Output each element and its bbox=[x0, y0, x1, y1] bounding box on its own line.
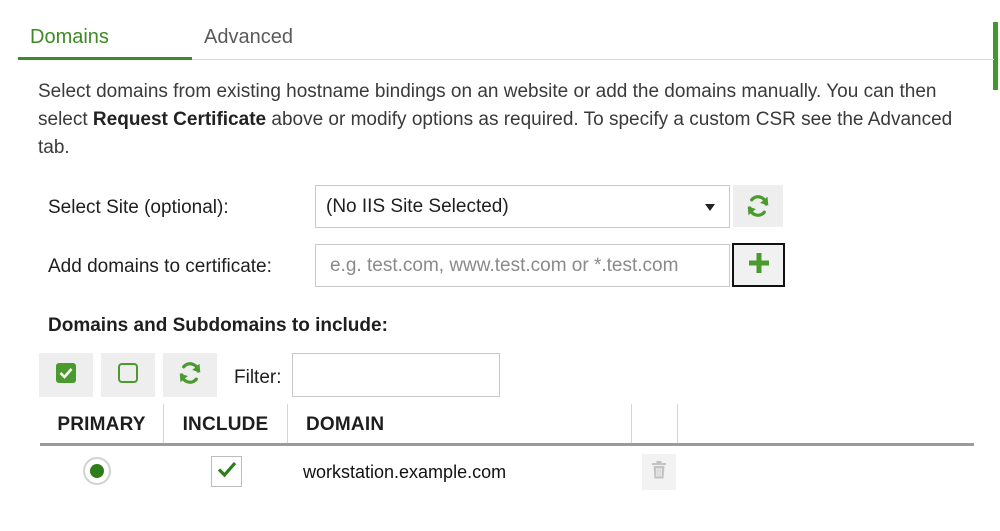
plus-icon bbox=[748, 252, 770, 279]
domain-name: workstation.example.com bbox=[303, 462, 507, 482]
add-domain-button[interactable] bbox=[732, 243, 785, 287]
delete-domain-button[interactable] bbox=[642, 454, 676, 490]
instructions-text: Select domains from existing hostname bi… bbox=[38, 78, 978, 162]
column-header-actions bbox=[632, 404, 678, 443]
checkmark-icon bbox=[216, 458, 238, 485]
refresh-icon bbox=[745, 193, 771, 219]
select-site-label: Select Site (optional): bbox=[48, 197, 229, 218]
domains-section-title: Domains and Subdomains to include: bbox=[48, 315, 388, 336]
refresh-domains-button[interactable] bbox=[163, 353, 217, 397]
column-header-include[interactable]: INCLUDE bbox=[164, 404, 288, 443]
vertical-scrollbar[interactable] bbox=[991, 0, 1000, 531]
include-checkbox[interactable] bbox=[211, 456, 242, 487]
site-select-value: (No IIS Site Selected) bbox=[326, 196, 509, 217]
chevron-down-icon bbox=[705, 204, 715, 211]
domains-grid-header: PRIMARY INCLUDE DOMAIN bbox=[40, 404, 974, 446]
trash-icon bbox=[651, 460, 667, 484]
select-none-checkbox-icon bbox=[117, 362, 139, 389]
table-row: workstation.example.com bbox=[40, 448, 974, 494]
column-header-primary[interactable]: PRIMARY bbox=[40, 404, 164, 443]
instructions-bold: Request Certificate bbox=[92, 109, 267, 130]
site-select-dropdown[interactable]: (No IIS Site Selected) bbox=[315, 185, 730, 228]
refresh-sites-button[interactable] bbox=[733, 185, 783, 227]
primary-radio[interactable] bbox=[83, 457, 111, 485]
add-domains-label: Add domains to certificate: bbox=[48, 256, 272, 277]
tab-bar: Domains Advanced bbox=[18, 22, 994, 60]
filter-input[interactable] bbox=[292, 353, 500, 397]
filter-label: Filter: bbox=[234, 367, 282, 388]
tab-advanced[interactable]: Advanced bbox=[204, 22, 293, 60]
refresh-icon bbox=[177, 360, 203, 391]
tab-domains[interactable]: Domains bbox=[18, 22, 192, 60]
select-all-checkbox-icon bbox=[55, 362, 77, 389]
select-none-button[interactable] bbox=[101, 353, 155, 397]
column-header-domain[interactable]: DOMAIN bbox=[288, 404, 632, 443]
select-all-button[interactable] bbox=[39, 353, 93, 397]
add-domains-input[interactable] bbox=[315, 244, 730, 287]
